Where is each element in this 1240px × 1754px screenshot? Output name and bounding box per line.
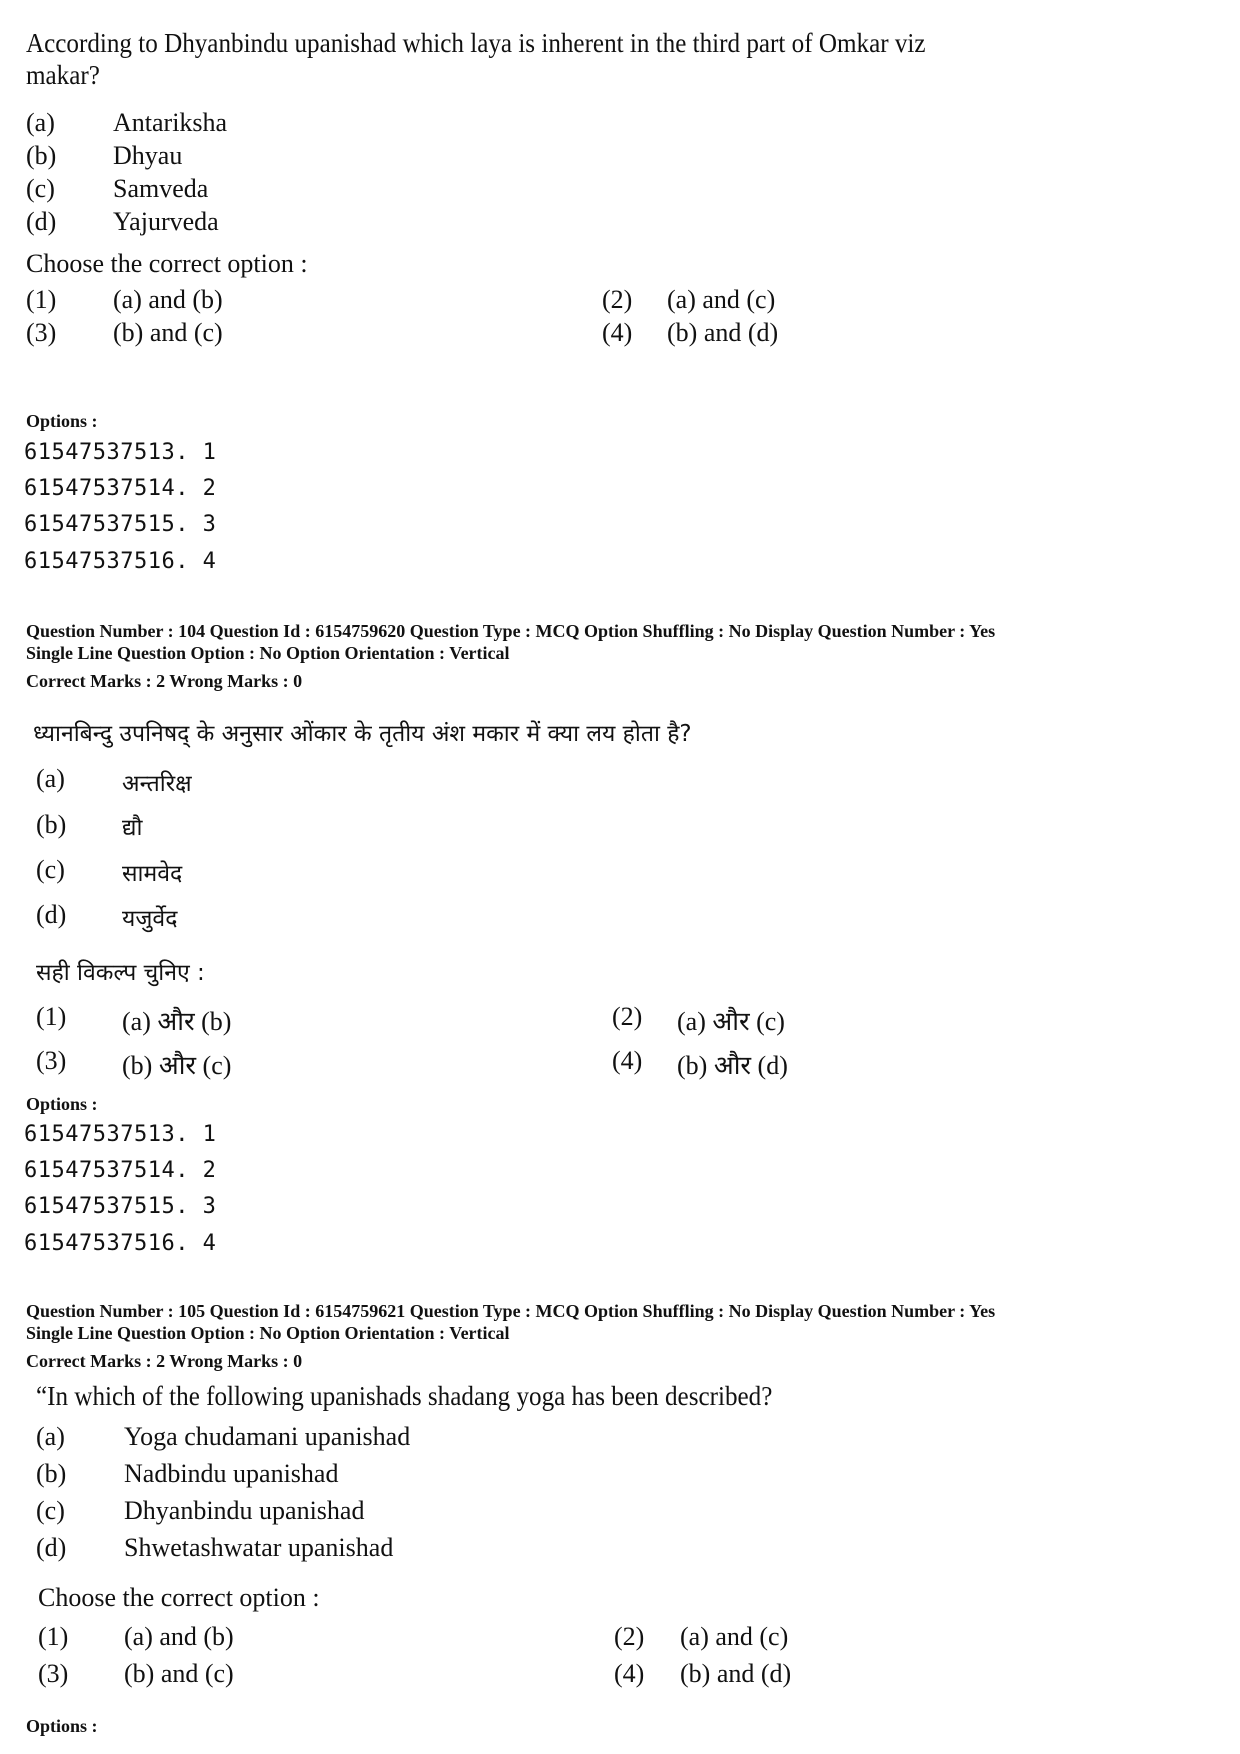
answer-label: (3)	[36, 1046, 67, 1075]
options-heading: Options :	[26, 1094, 98, 1114]
option-code: 61547537515. 3	[24, 1194, 217, 1219]
question-meta-line2: Single Line Question Option : No Option …	[26, 1323, 510, 1343]
answer-text: (a) और (c)	[677, 1007, 785, 1036]
answer-label: (1)	[36, 1002, 67, 1031]
answer-label: (4)	[612, 1046, 643, 1075]
answer-text: (a) and (c)	[680, 1622, 789, 1651]
item-label: (a)	[36, 764, 65, 793]
answer-text: (b) और (c)	[122, 1051, 232, 1080]
item-text: Yajurveda	[113, 207, 219, 236]
answer-text: (a) and (b)	[113, 285, 223, 314]
item-label: (b)	[26, 141, 57, 170]
item-text: Dhyanbindu upanishad	[124, 1496, 365, 1525]
options-heading: Options :	[26, 1716, 98, 1736]
answer-label: (3)	[38, 1659, 69, 1688]
answer-label: (1)	[26, 285, 57, 314]
item-text: Dhyau	[113, 141, 183, 170]
option-code: 61547537513. 1	[24, 440, 217, 465]
item-label: (b)	[36, 1459, 67, 1488]
option-code: 61547537514. 2	[24, 1158, 217, 1183]
answer-label: (2)	[612, 1002, 643, 1031]
answer-text: (b) and (d)	[680, 1659, 792, 1688]
item-label: (c)	[36, 855, 65, 884]
answer-label: (3)	[26, 318, 57, 347]
question-text: According to Dhyanbindu upanishad which …	[26, 28, 926, 58]
option-code: 61547537515. 3	[24, 512, 217, 537]
option-code: 61547537514. 2	[24, 476, 217, 501]
choose-instruction: सही विकल्प चुनिए :	[36, 960, 205, 986]
options-heading: Options :	[26, 411, 98, 431]
item-text: द्यौ	[122, 815, 143, 841]
answer-text: (b) और (d)	[677, 1051, 788, 1080]
answer-text: (b) and (c)	[124, 1659, 234, 1688]
item-label: (c)	[26, 174, 55, 203]
item-label: (d)	[36, 900, 67, 929]
question-meta-line2: Single Line Question Option : No Option …	[26, 643, 510, 663]
question-meta: Question Number : 105 Question Id : 6154…	[26, 1301, 996, 1321]
marks-info: Correct Marks : 2 Wrong Marks : 0	[26, 671, 303, 691]
item-text: Shwetashwatar upanishad	[124, 1533, 394, 1562]
item-text: Antariksha	[113, 108, 228, 137]
question-text: ध्यानबिन्दु उपनिषद् के अनुसार ओंकार के त…	[33, 721, 692, 747]
answer-text: (a) और (b)	[122, 1007, 232, 1036]
item-text: यजुर्वेद	[122, 906, 178, 932]
option-code: 61547537513. 1	[24, 1122, 217, 1147]
question-meta: Question Number : 104 Question Id : 6154…	[26, 621, 996, 641]
item-label: (a)	[36, 1422, 65, 1451]
choose-instruction: Choose the correct option :	[26, 249, 308, 278]
item-text: सामवेद	[122, 861, 183, 887]
answer-label: (1)	[38, 1622, 69, 1651]
item-label: (b)	[36, 810, 67, 839]
choose-instruction: Choose the correct option :	[38, 1583, 320, 1612]
question-text: “In which of the following upanishads sh…	[36, 1381, 773, 1411]
item-label: (c)	[36, 1496, 65, 1525]
item-text: अन्तरिक्ष	[122, 771, 192, 797]
answer-text: (a) and (c)	[667, 285, 776, 314]
item-label: (d)	[26, 207, 57, 236]
answer-label: (2)	[602, 285, 633, 314]
answer-text: (b) and (c)	[113, 318, 223, 347]
answer-label: (4)	[614, 1659, 645, 1688]
item-text: Nadbindu upanishad	[124, 1459, 339, 1488]
marks-info: Correct Marks : 2 Wrong Marks : 0	[26, 1351, 303, 1371]
item-label: (d)	[36, 1533, 67, 1562]
option-code: 61547537516. 4	[24, 1231, 217, 1256]
item-label: (a)	[26, 108, 55, 137]
answer-label: (4)	[602, 318, 633, 347]
item-text: Yoga chudamani upanishad	[124, 1422, 411, 1451]
answer-label: (2)	[614, 1622, 645, 1651]
item-text: Samveda	[113, 174, 209, 203]
question-text-continued: makar?	[26, 60, 100, 90]
answer-text: (a) and (b)	[124, 1622, 234, 1651]
option-code: 61547537516. 4	[24, 549, 217, 574]
answer-text: (b) and (d)	[667, 318, 779, 347]
